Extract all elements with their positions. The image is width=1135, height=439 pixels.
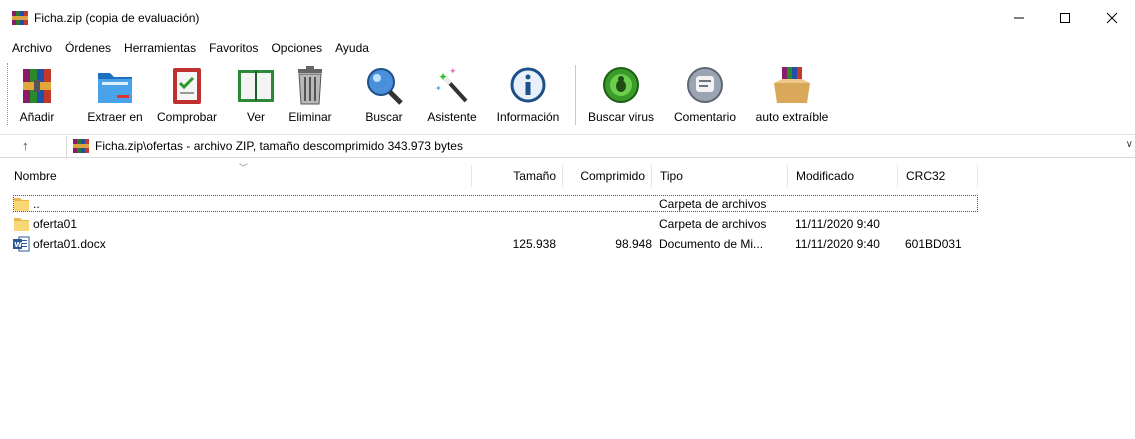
magic-wand-icon: ✦ ✦ ✦ [435, 67, 468, 103]
column-header-packed-label: Comprimido [580, 169, 645, 183]
menu-archivo[interactable]: Archivo [8, 38, 56, 58]
extract-folder-icon [98, 73, 132, 103]
sfx-button[interactable]: auto extraíble [749, 61, 835, 129]
add-button[interactable]: Añadir [12, 61, 62, 129]
archive-icon [73, 139, 89, 153]
file-modified: 11/11/2020 9:40 [795, 237, 880, 251]
winrar-icon [12, 11, 28, 25]
svg-text:✦: ✦ [449, 67, 457, 77]
list-item[interactable]: W oferta01.docx 125.938 98.948 Documento… [0, 234, 1135, 254]
path-text: Ficha.zip\ofertas - archivo ZIP, tamaño … [95, 139, 463, 153]
test-button[interactable]: Comprobar [155, 61, 219, 129]
test-label: Comprobar [156, 110, 218, 124]
find-label: Buscar [365, 110, 403, 124]
list-item[interactable]: .. Carpeta de archivos [0, 194, 1135, 214]
close-button[interactable] [1089, 0, 1135, 36]
column-header-size-label: Tamaño [513, 169, 556, 183]
wizard-button[interactable]: ✦ ✦ ✦ Asistente [422, 61, 482, 129]
add-archive-icon [23, 69, 51, 103]
file-name: .. [33, 197, 40, 211]
word-document-icon: W [13, 236, 30, 252]
delete-label: Eliminar [288, 110, 332, 124]
comment-label: Comentario [673, 110, 737, 124]
column-header-modified[interactable]: Modificado [788, 165, 898, 187]
column-header-size[interactable]: Tamaño [472, 165, 563, 187]
file-type: Carpeta de archivos [659, 217, 767, 231]
info-label: Información [496, 110, 560, 124]
virus-scan-button[interactable]: Buscar virus [583, 61, 659, 129]
column-header-packed[interactable]: Comprimido [563, 165, 652, 187]
file-name: oferta01 [33, 217, 78, 231]
sfx-label: auto extraíble [755, 110, 829, 124]
toolbar-separator [575, 65, 576, 125]
virus-scan-label: Buscar virus [587, 110, 655, 124]
file-list: ﹀ Nombre Tamaño Comprimido Tipo Modifica… [0, 163, 1135, 439]
file-type: Documento de Mi... [659, 237, 764, 251]
file-crc: 601BD031 [905, 237, 962, 251]
toolbar-grip[interactable] [7, 63, 9, 125]
column-header-crc-label: CRC32 [906, 169, 946, 183]
view-label: Ver [246, 110, 265, 124]
up-arrow-icon[interactable]: ↑ [22, 138, 29, 153]
maximize-icon [1060, 13, 1070, 23]
file-name: oferta01.docx [33, 237, 106, 251]
address-bar: ↑ Ficha.zip\ofertas - archivo ZIP, tamañ… [0, 134, 1135, 158]
column-header-modified-label: Modificado [796, 169, 855, 183]
minimize-button[interactable] [996, 0, 1042, 36]
folder-icon [14, 218, 29, 231]
info-icon [510, 67, 546, 103]
window-title: Ficha.zip (copia de evaluación) [34, 11, 200, 25]
add-label: Añadir [19, 110, 55, 124]
file-size: 125.938 [512, 237, 556, 251]
comment-icon [687, 67, 723, 103]
search-icon [367, 68, 403, 105]
extract-label: Extraer en [87, 110, 143, 124]
delete-button[interactable]: Eliminar [284, 61, 336, 129]
menu-herramientas[interactable]: Herramientas [120, 38, 200, 58]
folder-icon [14, 198, 29, 211]
column-header-name[interactable]: ﹀ Nombre [6, 163, 472, 187]
virus-scan-icon [603, 67, 639, 103]
menu-favoritos[interactable]: Favoritos [205, 38, 262, 58]
info-button[interactable]: Información [490, 61, 566, 129]
comment-button[interactable]: Comentario [667, 61, 743, 129]
svg-text:W: W [14, 241, 22, 249]
list-item[interactable]: oferta01 Carpeta de archivos 11/11/2020 … [0, 214, 1135, 234]
find-button[interactable]: Buscar [362, 61, 406, 129]
chevron-down-icon[interactable]: ∨ [1126, 139, 1133, 150]
title-bar: Ficha.zip (copia de evaluación) [0, 0, 1135, 36]
minimize-icon [1014, 17, 1024, 19]
column-header-name-label: Nombre [14, 169, 57, 183]
sort-chevron-icon: ﹀ [239, 163, 249, 173]
extract-button[interactable]: Extraer en [82, 61, 148, 129]
view-button[interactable]: Ver [236, 61, 276, 129]
maximize-button[interactable] [1042, 0, 1088, 36]
wizard-label: Asistente [427, 110, 477, 124]
column-header-crc[interactable]: CRC32 [898, 165, 978, 187]
svg-text:✦: ✦ [438, 70, 448, 84]
file-modified: 11/11/2020 9:40 [795, 217, 880, 231]
menu-ordenes[interactable]: Órdenes [61, 38, 115, 58]
self-extracting-box-icon [774, 67, 810, 103]
menu-ayuda[interactable]: Ayuda [331, 38, 373, 58]
column-header-type[interactable]: Tipo [652, 165, 788, 187]
test-checklist-icon [173, 68, 201, 104]
toolbar: Añadir Extraer en Comprobar Ver Eliminar… [0, 59, 1135, 131]
column-header-type-label: Tipo [660, 169, 683, 183]
close-icon [1106, 12, 1118, 24]
trash-icon [298, 66, 322, 105]
path-field[interactable]: Ficha.zip\ofertas - archivo ZIP, tamaño … [66, 136, 1135, 157]
menu-bar: Archivo Órdenes Herramientas Favoritos O… [0, 38, 373, 58]
svg-text:✦: ✦ [435, 84, 442, 93]
view-book-icon [238, 70, 274, 102]
file-type: Carpeta de archivos [659, 197, 767, 211]
file-packed: 98.948 [615, 237, 652, 251]
menu-opciones[interactable]: Opciones [267, 38, 326, 58]
